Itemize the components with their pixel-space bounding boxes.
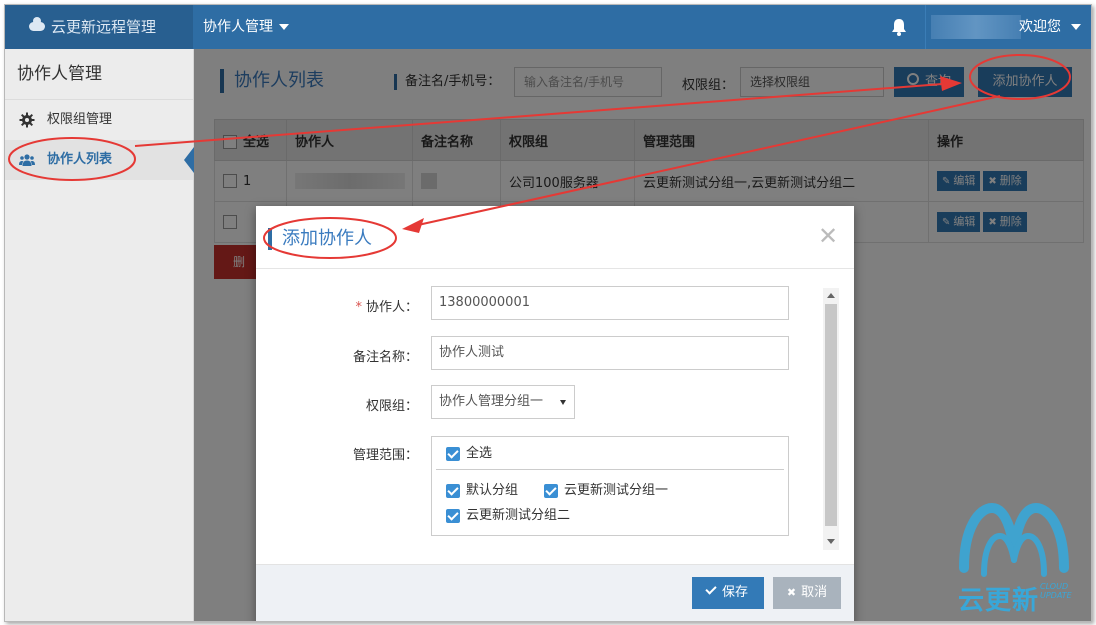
close-icon: ✖	[786, 586, 797, 599]
gear-icon	[19, 112, 35, 128]
checkbox-checked[interactable]	[446, 483, 460, 498]
option-label: 默认分组	[466, 483, 519, 498]
brand[interactable]: 云更新远程管理	[5, 5, 193, 49]
collaborator-label-text: 协作人：	[365, 300, 418, 315]
option-label: 云更新测试分组一	[564, 483, 669, 498]
cloud-icon	[29, 17, 45, 31]
group-select[interactable]: 协作人管理分组一	[431, 385, 575, 419]
welcome-text: 欢迎您	[1019, 19, 1061, 35]
add-collaborator-dialog: 添加协作人 ✕ * 协作人： 13800000001 备注名称： 协作人测试 权限…	[256, 206, 854, 621]
caret-down-icon	[1071, 24, 1081, 30]
caret-down-icon	[279, 24, 289, 30]
sidebar-title: 协作人管理	[5, 49, 193, 100]
group-select-value: 协作人管理分组一	[439, 394, 544, 409]
sidebar-item-collaborator-list[interactable]: 协作人列表	[5, 140, 194, 180]
sidebar: 协作人管理 权限组管理 协作人列表	[5, 49, 194, 621]
sidebar-item-label: 权限组管理	[47, 112, 113, 127]
brand-title: 云更新远程管理	[51, 18, 157, 36]
dialog-header: 添加协作人 ✕	[256, 206, 854, 269]
user-name-blurred	[931, 15, 1021, 39]
checkbox-checked[interactable]	[446, 446, 460, 461]
option-label: 全选	[466, 446, 493, 461]
scroll-thumb[interactable]	[825, 304, 837, 526]
collaborator-input[interactable]: 13800000001	[431, 286, 789, 320]
save-button[interactable]: 保存	[692, 577, 764, 609]
scope-option-default[interactable]: 默认分组	[446, 483, 518, 499]
collaborator-field-label: * 协作人：	[316, 296, 418, 315]
collaborator-menu-label: 协作人管理	[203, 19, 273, 35]
caret-down-icon	[560, 400, 566, 405]
option-label: 云更新测试分组二	[466, 508, 571, 523]
remark-field-label: 备注名称：	[352, 350, 418, 365]
group-field-label: 权限组：	[365, 399, 418, 414]
scope-option-test-group-2[interactable]: 云更新测试分组二	[446, 508, 570, 524]
scroll-down-icon[interactable]	[827, 539, 835, 544]
divider	[436, 469, 784, 470]
collaborator-menu[interactable]: 协作人管理	[203, 5, 289, 49]
close-icon[interactable]: ✕	[818, 224, 838, 248]
watermark-subtext: CLOUD UPDATE	[1040, 582, 1072, 600]
watermark-text: 云更新	[958, 586, 1040, 616]
scope-checkbox-group: 全选 默认分组 云更新测试分组一 云更新测试分组二	[431, 436, 789, 536]
sidebar-item-label: 协作人列表	[47, 152, 113, 167]
remark-input[interactable]: 协作人测试	[431, 336, 789, 370]
top-navbar: 云更新远程管理 协作人管理 欢迎您	[5, 5, 1091, 49]
checkbox-checked[interactable]	[544, 483, 558, 498]
scope-field-label: 管理范围：	[352, 448, 418, 463]
save-label: 保存	[721, 585, 748, 600]
cancel-button[interactable]: ✖ 取消	[773, 577, 841, 609]
scroll-up-icon[interactable]	[827, 293, 835, 298]
dialog-footer: 保存 ✖ 取消	[256, 564, 854, 621]
select-all-option[interactable]: 全选	[446, 446, 492, 462]
bell-icon[interactable]	[889, 17, 909, 37]
dialog-title: 添加协作人	[268, 228, 372, 250]
required-marker: *	[355, 300, 362, 315]
navbar-divider	[925, 5, 926, 49]
users-icon	[19, 154, 35, 166]
dialog-scrollbar[interactable]	[823, 288, 839, 550]
app-window: 云更新远程管理 协作人管理 欢迎您 协作人管理 权限组管理 协作人列表 添加协作…	[4, 4, 1092, 622]
scope-option-test-group-1[interactable]: 云更新测试分组一	[544, 483, 668, 499]
cancel-label: 取消	[801, 585, 828, 600]
check-icon	[705, 583, 717, 595]
user-menu[interactable]: 欢迎您	[1019, 5, 1081, 49]
checkbox-checked[interactable]	[446, 508, 460, 523]
sidebar-item-permission-groups[interactable]: 权限组管理	[5, 100, 193, 140]
